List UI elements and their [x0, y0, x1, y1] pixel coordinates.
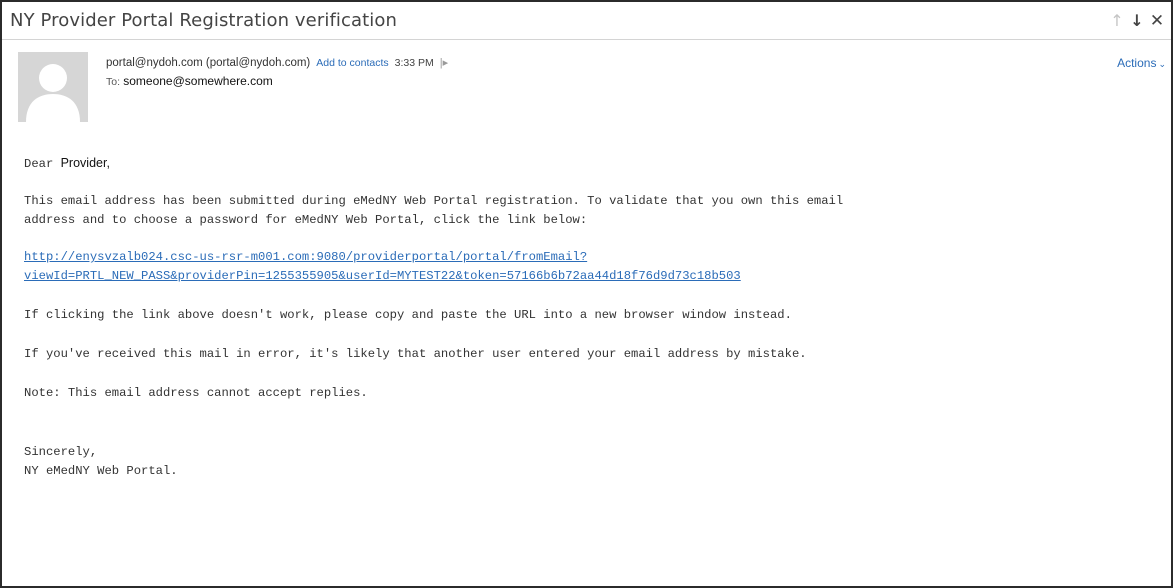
sender-address[interactable]: portal@nydoh.com (portal@nydoh.com): [106, 57, 310, 69]
actions-menu-button[interactable]: Actions ⌄: [1117, 56, 1166, 70]
to-line: To: someone@somewhere.com: [106, 74, 448, 88]
person-silhouette-icon: [18, 52, 88, 122]
greeting: Dear Provider,: [24, 154, 1149, 174]
from-line: portal@nydoh.com (portal@nydoh.com) Add …: [106, 56, 448, 70]
verification-link-line-1[interactable]: http://enysvzalb024.csc-us-rsr-m001.com:…: [24, 248, 1149, 267]
email-subject: NY Provider Portal Registration verifica…: [10, 10, 397, 31]
message-navigation: ↑ ↓ ✕: [1109, 11, 1165, 31]
close-icon[interactable]: ✕: [1149, 11, 1165, 31]
chevron-down-icon: ⌄: [1158, 59, 1166, 69]
paragraph-intro-line-2: address and to choose a password for eMe…: [24, 213, 588, 227]
add-to-contacts-link[interactable]: Add to contacts: [316, 57, 388, 69]
message-header: portal@nydoh.com (portal@nydoh.com) Add …: [18, 52, 1166, 122]
email-reading-pane: NY Provider Portal Registration verifica…: [0, 0, 1173, 588]
paragraph-copy-url: If clicking the link above doesn't work,…: [24, 308, 792, 322]
greeting-dear: Dear: [24, 157, 54, 171]
to-label: To:: [106, 76, 121, 88]
arrow-up-icon[interactable]: ↑: [1109, 11, 1125, 31]
paragraph-error-notice: If you've received this mail in error, i…: [24, 347, 807, 361]
verification-link[interactable]: http://enysvzalb024.csc-us-rsr-m001.com:…: [24, 248, 1149, 286]
paragraph-intro: This email address has been submitted du…: [24, 192, 1149, 230]
arrow-down-icon[interactable]: ↓: [1129, 11, 1145, 31]
paragraph-no-reply: Note: This email address cannot accept r…: [24, 386, 368, 400]
signature: NY eMedNY Web Portal.: [24, 464, 178, 478]
greeting-name: Provider,: [60, 156, 110, 170]
recipient-address[interactable]: someone@somewhere.com: [123, 74, 273, 88]
message-body: Dear Provider, This email address has be…: [24, 154, 1149, 481]
actions-label: Actions: [1117, 56, 1157, 70]
received-time: 3:33 PM: [394, 56, 434, 69]
closing-sincerely: Sincerely,: [24, 445, 98, 459]
flag-icon[interactable]: |▸: [440, 56, 448, 69]
sender-info: portal@nydoh.com (portal@nydoh.com) Add …: [106, 56, 448, 89]
verification-link-line-2[interactable]: viewId=PRTL_NEW_PASS&providerPin=1255355…: [24, 267, 1149, 286]
paragraph-intro-line-1: This email address has been submitted du…: [24, 194, 844, 208]
avatar: [18, 52, 88, 122]
closing: Sincerely, NY eMedNY Web Portal.: [24, 443, 1149, 481]
subject-bar: NY Provider Portal Registration verifica…: [2, 2, 1171, 40]
